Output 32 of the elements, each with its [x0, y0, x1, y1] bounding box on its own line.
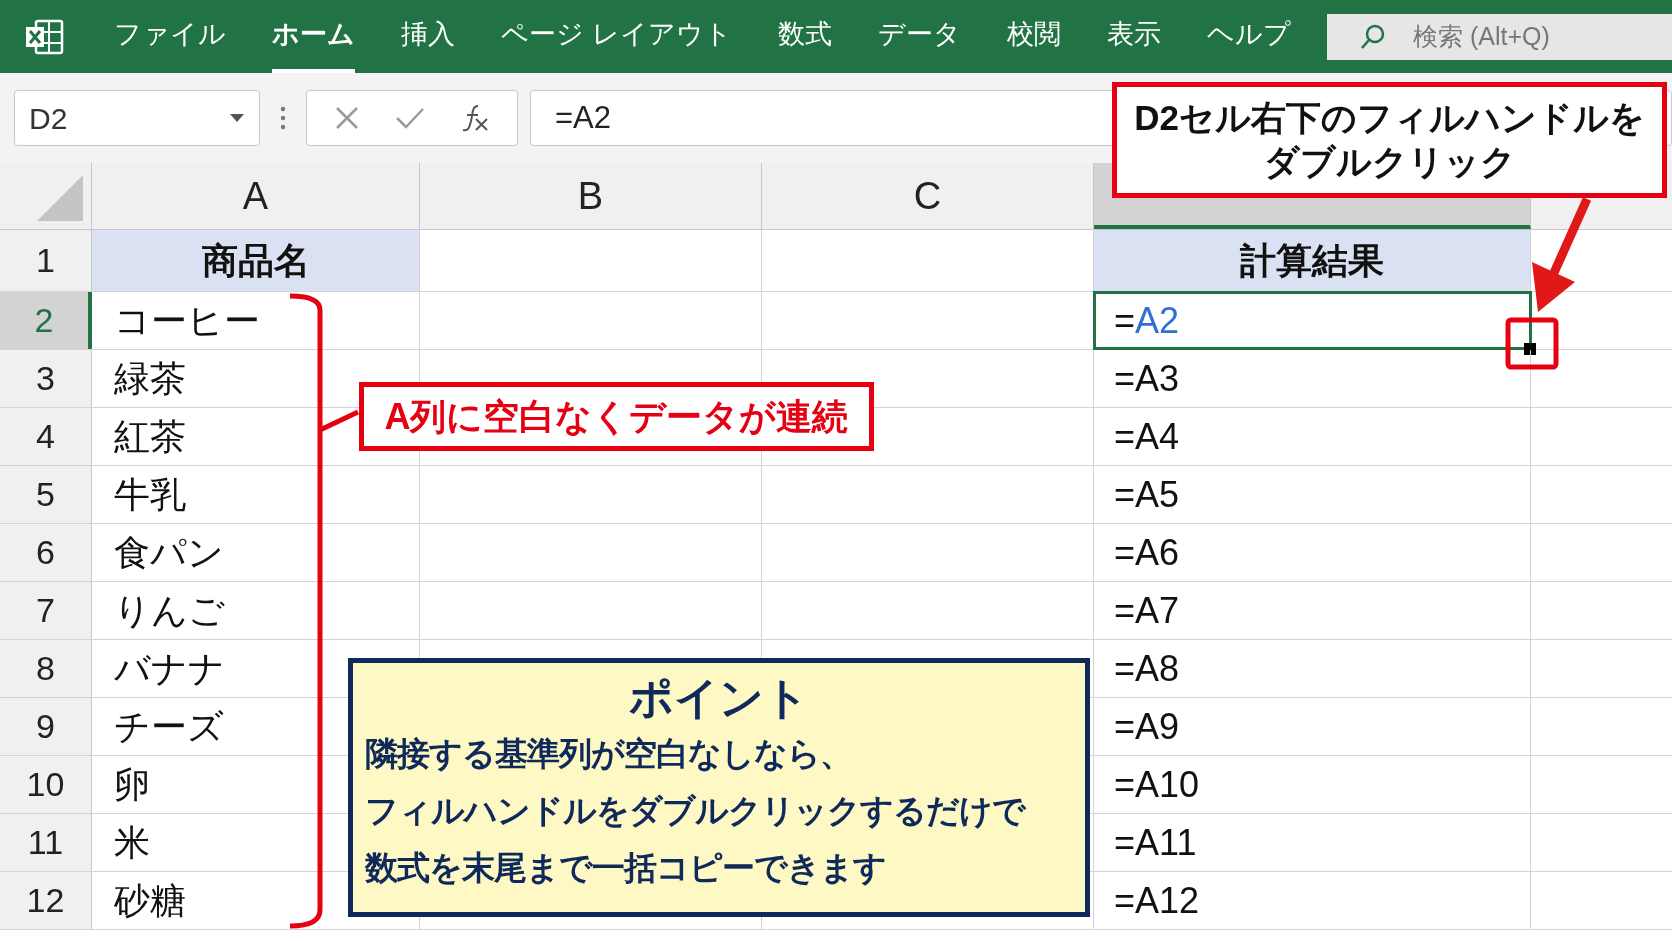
table-cell-text: =A6 — [1114, 530, 1180, 575]
table-cell-text: =A4 — [1114, 414, 1180, 459]
table-cell-text: =A12 — [1114, 878, 1200, 923]
callout-text: D2セル右下のフィルハンドルを — [1134, 97, 1645, 139]
table-cell-text: 計算結果 — [1240, 238, 1384, 283]
cell-reference: D2 — [29, 100, 68, 137]
table-cell-text: バナナ — [114, 646, 225, 691]
table-cell-text: =A9 — [1114, 704, 1180, 749]
label-text: A列に空白なくデータが連続 — [384, 394, 849, 439]
table-cell-text: 米 — [114, 820, 150, 865]
table-cell-text: 商品名 — [201, 238, 310, 283]
table-cell-text: =A7 — [1114, 588, 1180, 633]
table-cell-text: 食パン — [114, 530, 224, 575]
note-title: ポイント — [629, 672, 809, 724]
table-cell-text: =A10 — [1114, 762, 1200, 807]
table-cell-text: チーズ — [114, 704, 224, 749]
table-cell-text: 紅茶 — [114, 414, 186, 459]
table-cell-text: =A8 — [1114, 646, 1180, 691]
table-cell-text: りんご — [114, 588, 225, 633]
note-text: フィルハンドルをダブルクリックするだけで — [365, 791, 1027, 831]
note-text: 隣接する基準列が空白なしなら、 — [365, 734, 853, 774]
table-cell-text: 卵 — [114, 762, 150, 807]
note-text: 数式を末尾まで一括コピーできます — [365, 848, 887, 888]
table-cell-text: =A2 — [1114, 298, 1180, 343]
table-cell-text: コーヒー — [114, 298, 260, 343]
table-cell-text: 砂糖 — [114, 878, 186, 923]
table-cell-text: =A11 — [1114, 820, 1197, 865]
table-cell-text: 緑茶 — [114, 356, 186, 401]
table-cell-text: =A5 — [1114, 472, 1180, 517]
table-cell-text: =A3 — [1114, 356, 1180, 401]
formula-text: =A2 — [555, 98, 612, 137]
table-cell-text: 牛乳 — [114, 472, 186, 517]
